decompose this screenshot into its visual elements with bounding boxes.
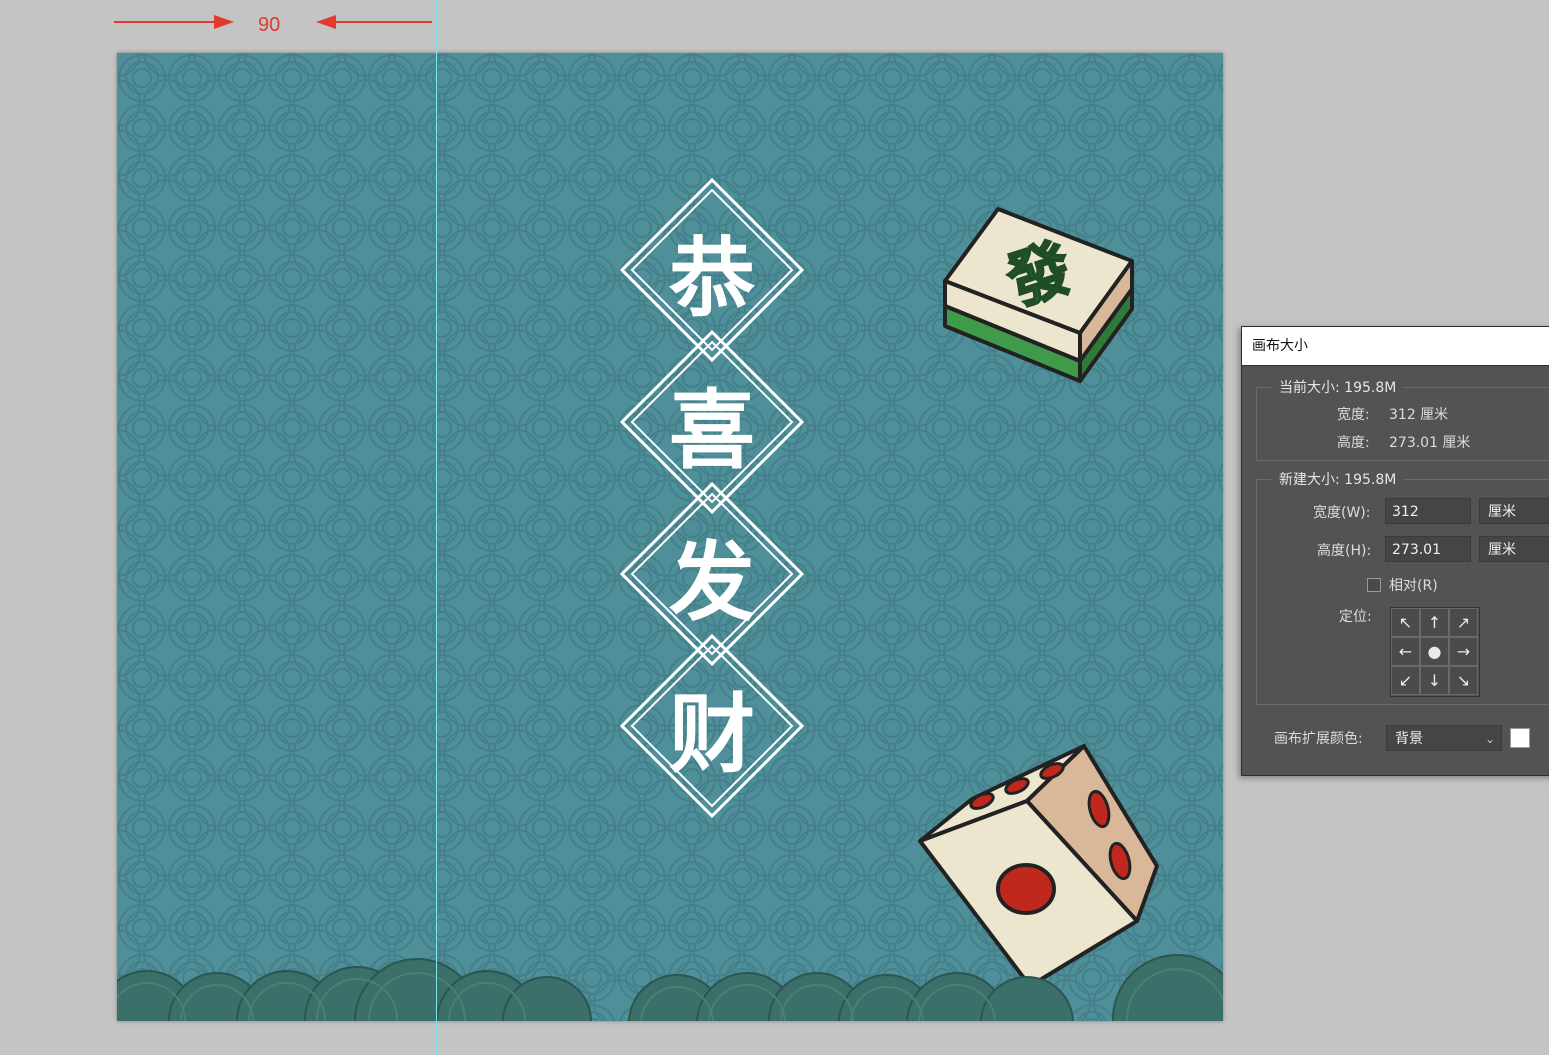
- height-input[interactable]: 273.01: [1385, 536, 1471, 562]
- dialog-title[interactable]: 画布大小: [1242, 327, 1549, 366]
- anchor-bottom-right-icon[interactable]: ↘: [1449, 666, 1478, 695]
- canvas-size-dialog[interactable]: 画布大小 当前大小: 195.8M 宽度: 312 厘米 高度: 273.01 …: [1241, 326, 1549, 776]
- greeting-diamonds: 恭 喜 发 财: [620, 178, 804, 820]
- anchor-right-icon[interactable]: →: [1449, 637, 1478, 666]
- current-width-label: 宽度:: [1337, 407, 1370, 423]
- anchor-left-icon[interactable]: ←: [1391, 637, 1420, 666]
- current-height-label: 高度:: [1337, 435, 1370, 451]
- anchor-label: 定位:: [1339, 609, 1372, 625]
- anchor-bottom-icon[interactable]: ↓: [1420, 666, 1449, 695]
- extension-color-swatch[interactable]: [1510, 728, 1530, 748]
- relative-checkbox[interactable]: [1367, 578, 1381, 592]
- extension-color-value: 背景: [1395, 731, 1423, 747]
- extension-color-select[interactable]: 背景 ⌄: [1386, 725, 1502, 751]
- measure-label: 90: [258, 14, 281, 36]
- diamond-char-4: 财: [620, 634, 804, 818]
- guide-line-horizontal: [0, 5, 1549, 6]
- anchor-center-icon[interactable]: ●: [1420, 637, 1449, 666]
- anchor-bottom-left-icon[interactable]: ↙: [1391, 666, 1420, 695]
- width-input[interactable]: 312: [1385, 498, 1471, 524]
- new-size-legend: 新建大小: 195.8M: [1271, 469, 1405, 489]
- height-unit-select[interactable]: 厘米: [1479, 536, 1549, 562]
- new-height-label: 高度(H):: [1317, 543, 1372, 559]
- bottom-wave-border: [117, 954, 1223, 1021]
- greeting-character: 财: [669, 683, 755, 785]
- guide-line-vertical[interactable]: [436, 0, 437, 1055]
- anchor-top-right-icon[interactable]: ↗: [1449, 608, 1478, 637]
- anchor-top-left-icon[interactable]: ↖: [1391, 608, 1420, 637]
- current-size-group: 当前大小: 195.8M 宽度: 312 厘米 高度: 273.01 厘米: [1256, 377, 1549, 461]
- mahjong-tile-illustration: 發: [943, 207, 1134, 383]
- relative-label[interactable]: 相对(R): [1389, 575, 1438, 595]
- anchor-grid[interactable]: ↖ ↑ ↗ ← ● → ↙ ↓ ↘: [1390, 607, 1480, 697]
- current-width-value: 312 厘米: [1389, 407, 1449, 423]
- chevron-down-icon: ⌄: [1484, 732, 1495, 746]
- extension-color-label: 画布扩展颜色:: [1274, 731, 1363, 747]
- current-size-legend: 当前大小: 195.8M: [1271, 377, 1405, 397]
- artwork-canvas[interactable]: 恭 喜 发 财 發: [117, 53, 1223, 1021]
- width-unit-select[interactable]: 厘米: [1479, 498, 1549, 524]
- current-height-value: 273.01 厘米: [1389, 435, 1471, 451]
- anchor-top-icon[interactable]: ↑: [1420, 608, 1449, 637]
- new-width-label: 宽度(W):: [1313, 505, 1371, 521]
